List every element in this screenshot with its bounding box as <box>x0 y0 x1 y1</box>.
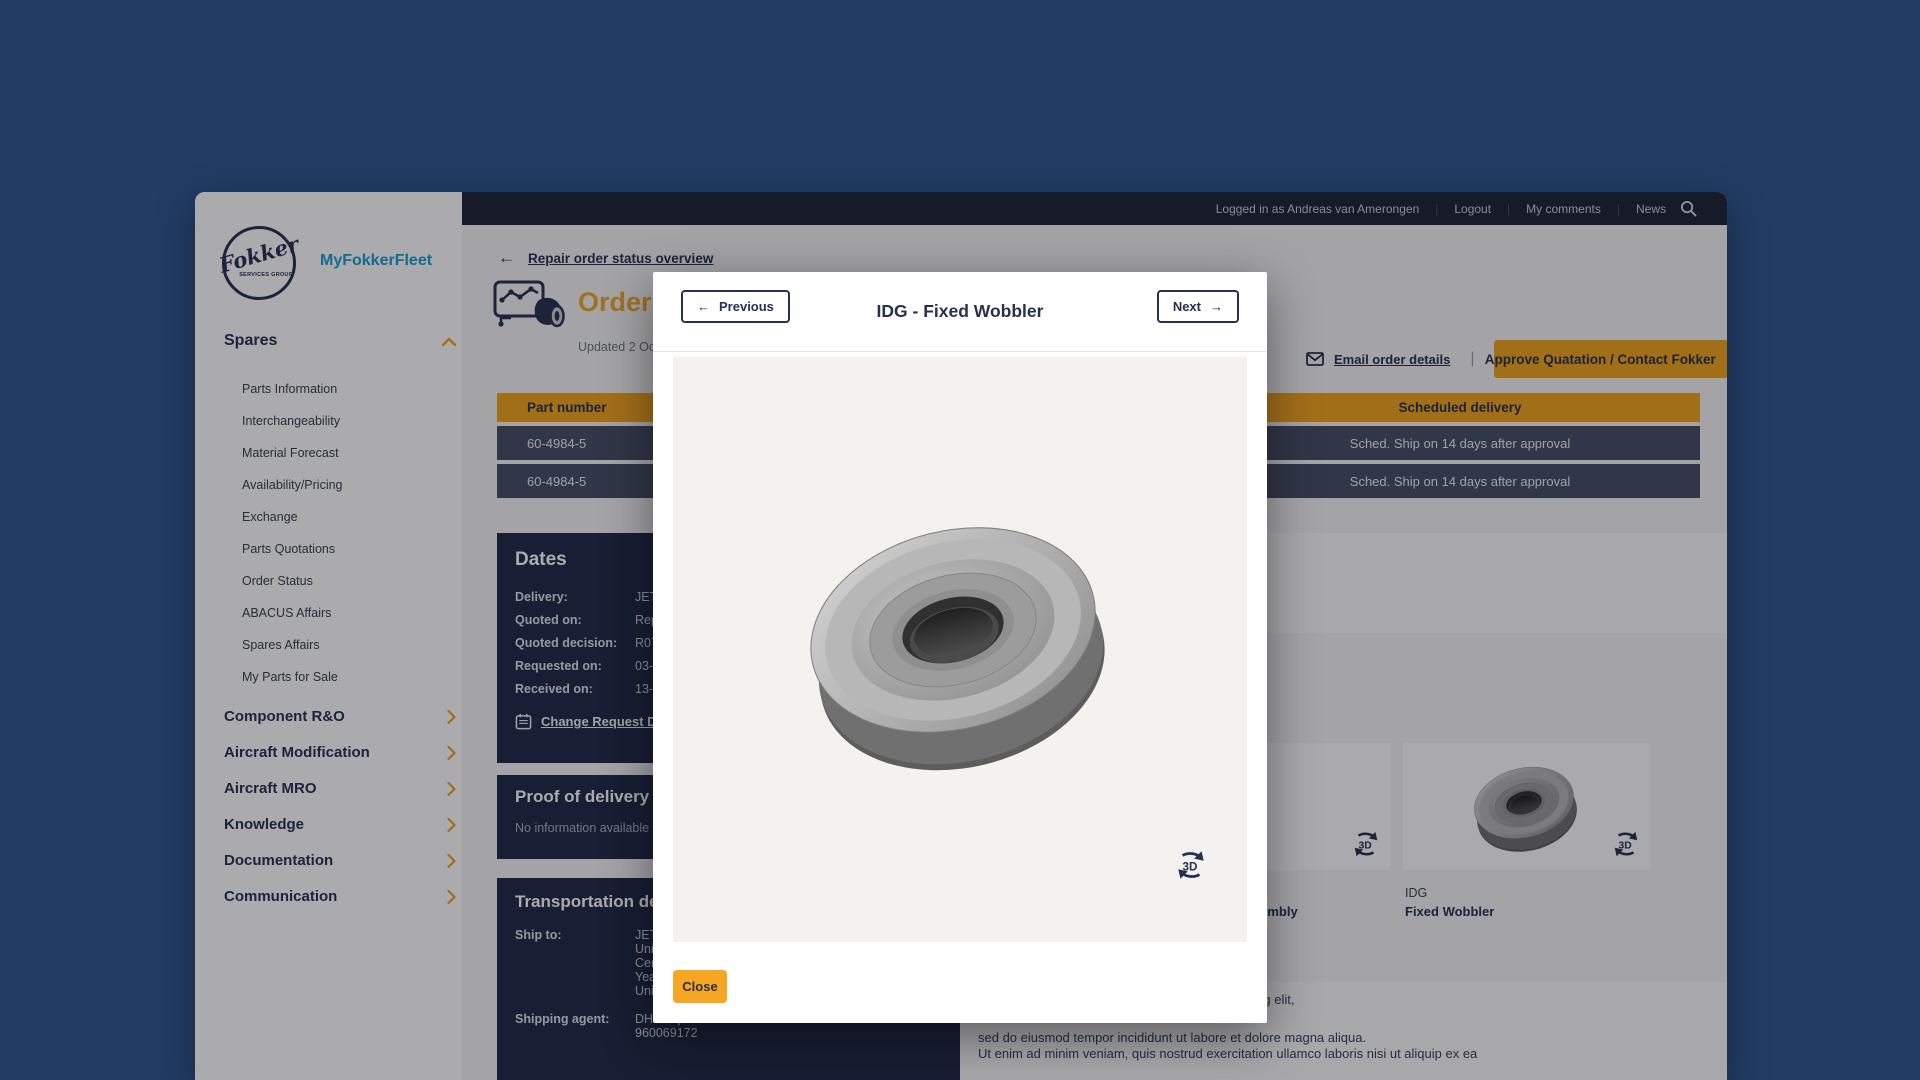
next-button[interactable]: Next → <box>1157 290 1239 323</box>
modal-header: ← Previous IDG - Fixed Wobbler Next → <box>653 272 1267 352</box>
close-button[interactable]: Close <box>673 970 727 1003</box>
part-image-viewport[interactable] <box>673 357 1247 942</box>
rotate-3d-icon[interactable] <box>1173 848 1209 887</box>
arrow-right-icon: → <box>1210 299 1223 314</box>
desktop: Fokker SERVICES GROUP MyFokkerFleet Spar… <box>0 0 1920 1080</box>
next-label: Next <box>1173 299 1201 314</box>
image-viewer-modal: ← Previous IDG - Fixed Wobbler Next → Cl… <box>653 272 1267 1023</box>
bearing-image <box>791 487 1121 797</box>
